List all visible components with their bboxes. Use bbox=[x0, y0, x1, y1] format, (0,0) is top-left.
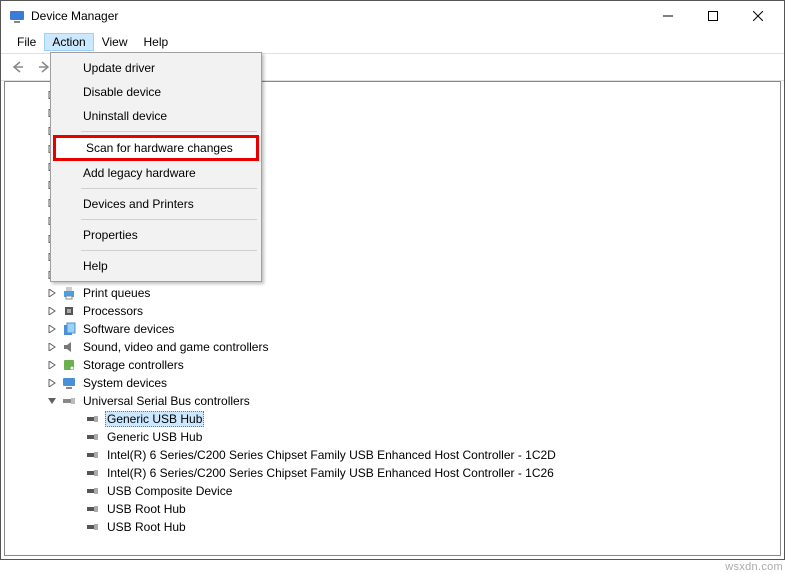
tree-item-label: Generic USB Hub bbox=[105, 430, 204, 444]
chevron-right-icon[interactable] bbox=[45, 358, 59, 372]
expander-placeholder bbox=[69, 448, 83, 462]
watermark: wsxdn.com bbox=[725, 561, 783, 573]
tree-item-usb-composite-device[interactable]: USB Composite Device bbox=[9, 482, 780, 500]
chevron-right-icon[interactable] bbox=[45, 286, 59, 300]
usb-icon bbox=[61, 393, 77, 409]
window-title: Device Manager bbox=[31, 9, 645, 23]
usbdev-icon bbox=[85, 411, 101, 427]
menu-view[interactable]: View bbox=[94, 33, 136, 51]
tree-item-usb-root-hub[interactable]: USB Root Hub bbox=[9, 518, 780, 536]
chevron-down-icon[interactable] bbox=[45, 394, 59, 408]
tree-item-generic-usb-hub[interactable]: Generic USB Hub bbox=[9, 428, 780, 446]
tree-item-intel-r-6-series-c200-series-chipset-family-usb-enhanced-host-controller-1c2d[interactable]: Intel(R) 6 Series/C200 Series Chipset Fa… bbox=[9, 446, 780, 464]
expander-placeholder bbox=[69, 520, 83, 534]
printer-icon bbox=[61, 285, 77, 301]
tree-item-label: Sound, video and game controllers bbox=[81, 340, 270, 354]
storage-icon bbox=[61, 357, 77, 373]
tree-item-usb-root-hub[interactable]: USB Root Hub bbox=[9, 500, 780, 518]
tree-item-label: Storage controllers bbox=[81, 358, 186, 372]
tree-item-label: Processors bbox=[81, 304, 145, 318]
tree-item-label: Software devices bbox=[81, 322, 176, 336]
expander-placeholder bbox=[69, 484, 83, 498]
tree-item-print-queues[interactable]: Print queues bbox=[9, 284, 780, 302]
window-controls bbox=[645, 2, 780, 30]
minimize-button[interactable] bbox=[645, 2, 690, 30]
menu-item-uninstall-device[interactable]: Uninstall device bbox=[53, 104, 259, 128]
tree-item-label: USB Root Hub bbox=[105, 520, 188, 534]
menu-file[interactable]: File bbox=[9, 33, 44, 51]
chevron-right-icon[interactable] bbox=[45, 340, 59, 354]
system-icon bbox=[61, 375, 77, 391]
menu-item-help[interactable]: Help bbox=[53, 254, 259, 278]
titlebar: Device Manager bbox=[1, 1, 784, 31]
tree-item-processors[interactable]: Processors bbox=[9, 302, 780, 320]
maximize-button[interactable] bbox=[690, 2, 735, 30]
tree-item-usb-controllers[interactable]: Universal Serial Bus controllers bbox=[9, 392, 780, 410]
menu-item-update-driver[interactable]: Update driver bbox=[53, 56, 259, 80]
usbdev-icon bbox=[85, 429, 101, 445]
tree-item-generic-usb-hub[interactable]: Generic USB Hub bbox=[9, 410, 780, 428]
menubar: File Action View Help bbox=[1, 31, 784, 53]
tree-item-label: Universal Serial Bus controllers bbox=[81, 394, 252, 408]
sound-icon bbox=[61, 339, 77, 355]
tree-item-system-devices[interactable]: System devices bbox=[9, 374, 780, 392]
software-icon bbox=[61, 321, 77, 337]
action-menu-dropdown: Update driverDisable deviceUninstall dev… bbox=[50, 52, 262, 282]
expander-placeholder bbox=[69, 466, 83, 480]
tree-item-label: Print queues bbox=[81, 286, 152, 300]
menu-item-properties[interactable]: Properties bbox=[53, 223, 259, 247]
usbdev-icon bbox=[85, 519, 101, 535]
menu-action[interactable]: Action bbox=[44, 33, 93, 51]
app-icon bbox=[9, 8, 25, 24]
menu-item-disable-device[interactable]: Disable device bbox=[53, 80, 259, 104]
menu-help[interactable]: Help bbox=[136, 33, 177, 51]
expander-placeholder bbox=[69, 502, 83, 516]
back-button[interactable] bbox=[7, 56, 29, 78]
close-button[interactable] bbox=[735, 2, 780, 30]
tree-item-label: System devices bbox=[81, 376, 169, 390]
expander-placeholder bbox=[69, 412, 83, 426]
chevron-right-icon[interactable] bbox=[45, 376, 59, 390]
cpu-icon bbox=[61, 303, 77, 319]
tree-item-label: Generic USB Hub bbox=[105, 411, 204, 427]
chevron-right-icon[interactable] bbox=[45, 304, 59, 318]
tree-item-label: USB Composite Device bbox=[105, 484, 234, 498]
tree-item-label: USB Root Hub bbox=[105, 502, 188, 516]
usbdev-icon bbox=[85, 465, 101, 481]
expander-placeholder bbox=[69, 430, 83, 444]
usbdev-icon bbox=[85, 483, 101, 499]
tree-item-intel-r-6-series-c200-series-chipset-family-usb-enhanced-host-controller-1c26[interactable]: Intel(R) 6 Series/C200 Series Chipset Fa… bbox=[9, 464, 780, 482]
usbdev-icon bbox=[85, 501, 101, 517]
chevron-right-icon[interactable] bbox=[45, 322, 59, 336]
menu-item-scan-for-hardware-changes[interactable]: Scan for hardware changes bbox=[53, 135, 259, 161]
tree-item-label: Intel(R) 6 Series/C200 Series Chipset Fa… bbox=[105, 466, 556, 480]
tree-item-label: Intel(R) 6 Series/C200 Series Chipset Fa… bbox=[105, 448, 558, 462]
tree-item-software-devices[interactable]: Software devices bbox=[9, 320, 780, 338]
tree-item-sound-video-and-game-controllers[interactable]: Sound, video and game controllers bbox=[9, 338, 780, 356]
menu-item-add-legacy-hardware[interactable]: Add legacy hardware bbox=[53, 161, 259, 185]
tree-item-storage-controllers[interactable]: Storage controllers bbox=[9, 356, 780, 374]
menu-item-devices-and-printers[interactable]: Devices and Printers bbox=[53, 192, 259, 216]
usbdev-icon bbox=[85, 447, 101, 463]
